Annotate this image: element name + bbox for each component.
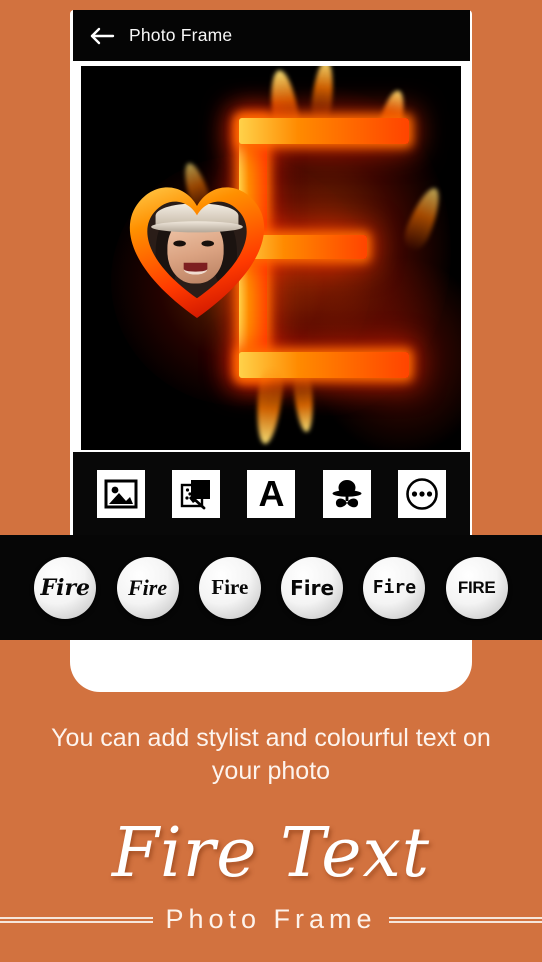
app-header: Photo Frame [73,10,470,61]
brand-lockup: Fire Text Photo Frame [0,820,542,935]
font-option-6[interactable]: FIRE [445,556,508,619]
effects-wand-icon [179,477,213,511]
portrait-hat-brim [151,221,243,232]
font-option-2[interactable]: Fire [116,556,179,619]
photo-canvas[interactable] [81,66,461,450]
page-title: Photo Frame [129,25,233,45]
brand-subtitle: Photo Frame [165,904,377,934]
font-option-3[interactable]: Fire [198,556,261,619]
tool-stickers-button[interactable] [322,469,371,518]
editor-toolbar: A [73,452,470,535]
text-a-icon: A [258,472,285,514]
tool-effects-button[interactable] [172,469,221,518]
tool-gallery-button[interactable] [96,469,145,518]
tool-more-button[interactable] [398,469,447,518]
flame-wisp [309,66,337,123]
promo-tagline: You can add stylist and colourful text o… [51,724,491,785]
font-option-5[interactable]: Fire [363,556,426,619]
font-option-1[interactable]: Fire [34,556,97,619]
brand-subtitle-row: Photo Frame [0,904,542,935]
fire-heart-frame[interactable] [119,174,275,322]
letter-stroke [239,118,409,144]
portrait-smile [184,263,208,275]
flame-wisp [292,371,316,433]
font-style-strip: Fire Fire Fire Fire Fire FIRE [0,535,542,640]
back-arrow-icon[interactable] [89,26,115,46]
fire-artwork [81,66,461,450]
font-option-4[interactable]: Fire [281,556,344,619]
portrait-eye [201,241,214,247]
tool-text-button[interactable]: A [247,469,296,518]
brand-rule-left [0,916,154,923]
brand-rule-right [388,916,542,923]
hat-mustache-icon [330,478,364,510]
image-icon [104,477,138,511]
brand-title: Fire Text [111,814,431,893]
portrait-eye [173,241,186,247]
more-dots-icon [405,477,439,511]
